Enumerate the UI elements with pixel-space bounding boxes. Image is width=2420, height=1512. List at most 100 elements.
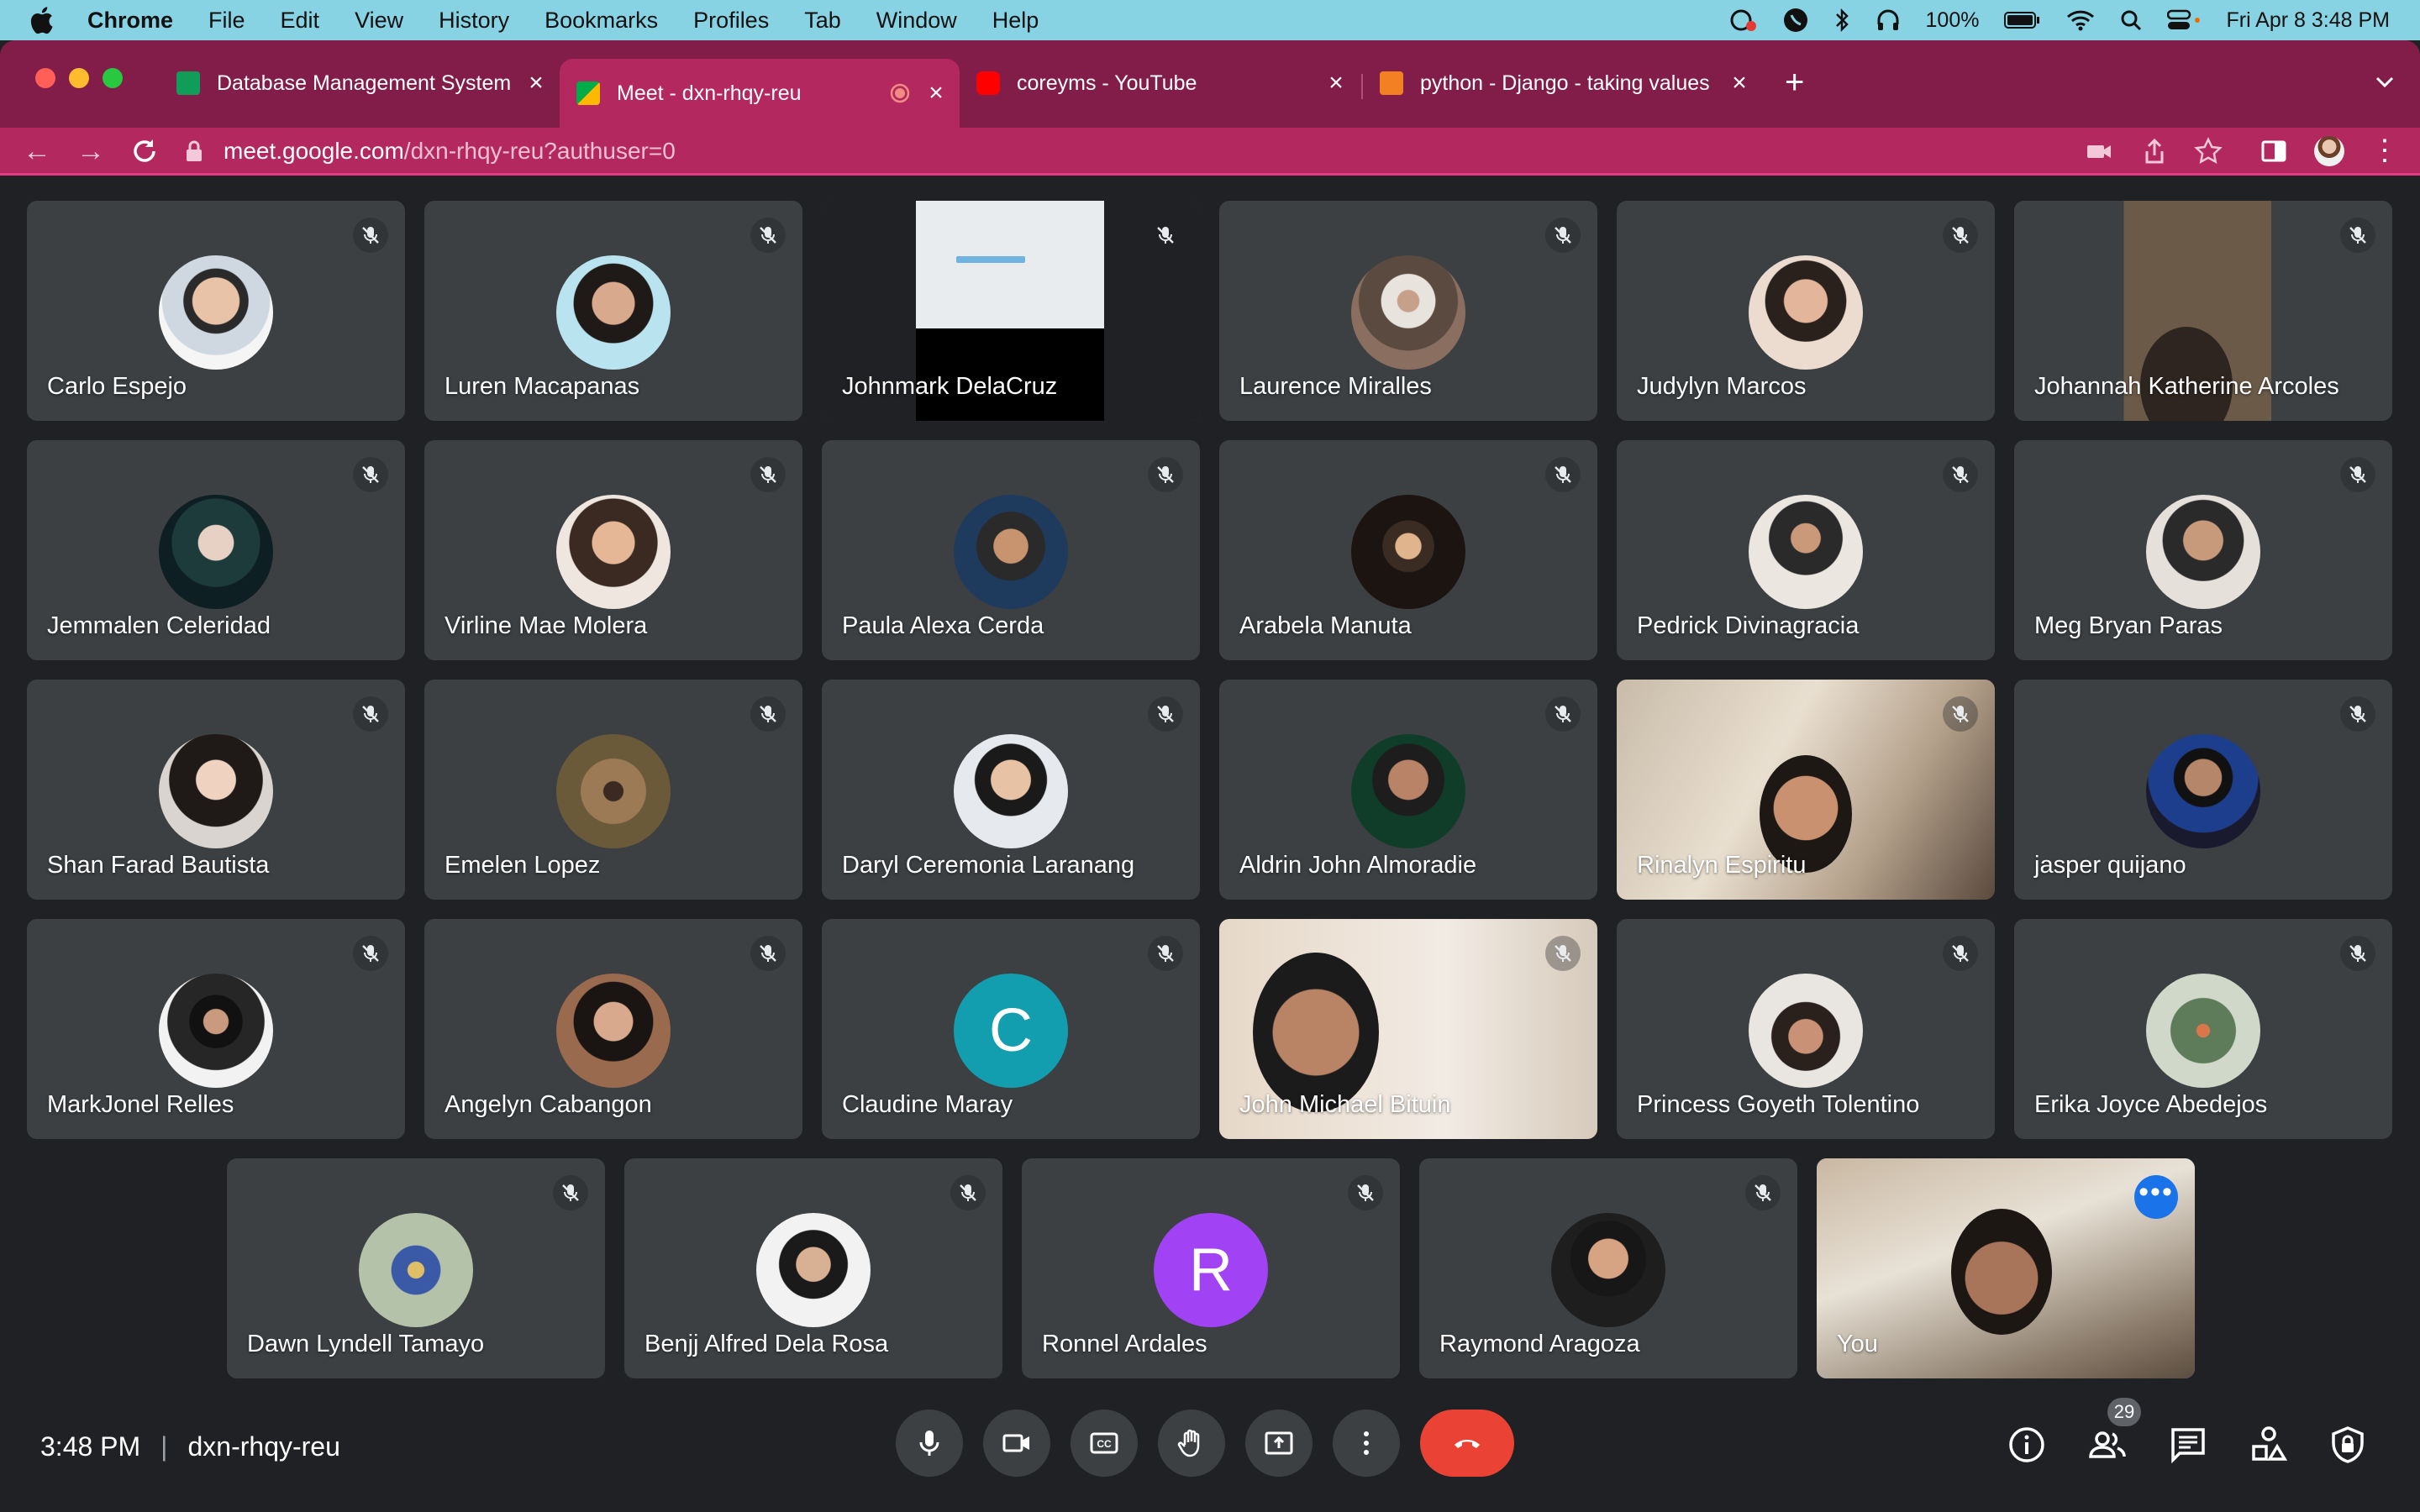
menu-help[interactable]: Help: [992, 8, 1039, 34]
more-options-button[interactable]: [1333, 1410, 1400, 1477]
forward-arrow-icon[interactable]: →: [76, 136, 106, 166]
menu-clock[interactable]: Fri Apr 8 3:48 PM: [2226, 8, 2390, 33]
lock-icon[interactable]: [185, 139, 203, 163]
participant-tile[interactable]: Luren Macapanas: [424, 201, 802, 421]
captions-button[interactable]: CC: [1071, 1410, 1138, 1477]
new-tab-button[interactable]: +: [1785, 66, 1804, 99]
participant-tile[interactable]: Benjj Alfred Dela Rosa: [624, 1158, 1002, 1378]
chrome-menu-kebab-icon[interactable]: ⋮: [2370, 136, 2400, 166]
window-minimize-button[interactable]: [69, 68, 89, 88]
present-screen-button[interactable]: [1245, 1410, 1313, 1477]
participant-grid: Carlo Espejo Luren Macapanas Johnmark Dela…: [0, 176, 2420, 1385]
camera-button[interactable]: [983, 1410, 1050, 1477]
address-bar[interactable]: meet.google.com/dxn-rhqy-reu?authuser=0: [185, 136, 676, 166]
host-controls-shield-icon[interactable]: [2328, 1425, 2368, 1465]
participant-tile[interactable]: Angelyn Cabangon: [424, 919, 802, 1139]
participant-tile[interactable]: Meg Bryan Paras: [2014, 440, 2392, 660]
participant-tile[interactable]: Laurence Miralles: [1219, 201, 1597, 421]
leave-call-button[interactable]: [1420, 1410, 1514, 1477]
menu-app-name[interactable]: Chrome: [87, 8, 173, 34]
microphone-button[interactable]: [896, 1410, 963, 1477]
participant-name: Daryl Ceremonia Laranang: [842, 852, 1135, 879]
participant-tile[interactable]: Princess Goyeth Tolentino: [1617, 919, 1995, 1139]
participant-tile[interactable]: Judylyn Marcos: [1617, 201, 1995, 421]
participant-tile[interactable]: Carlo Espejo: [27, 201, 405, 421]
mic-muted-icon: [1148, 218, 1183, 253]
participant-name: Aldrin John Almoradie: [1239, 852, 1477, 879]
activities-icon[interactable]: [2249, 1425, 2289, 1465]
tab-close-icon[interactable]: ×: [1326, 69, 1346, 97]
creative-cloud-icon[interactable]: [1728, 8, 1758, 33]
battery-icon[interactable]: [2004, 11, 2041, 29]
participant-name: You: [1837, 1331, 1878, 1357]
participant-tile[interactable]: Pedrick Divinagracia: [1617, 440, 1995, 660]
menu-view[interactable]: View: [355, 8, 403, 34]
window-close-button[interactable]: [35, 68, 55, 88]
tab-search-chevron-icon[interactable]: [2375, 76, 2395, 89]
control-center-icon[interactable]: [2167, 9, 2201, 31]
participant-name: Raymond Aragoza: [1439, 1331, 1640, 1357]
viber-icon[interactable]: [1783, 8, 1808, 33]
menu-edit[interactable]: Edit: [281, 8, 320, 34]
menu-history[interactable]: History: [439, 8, 509, 34]
headphones-icon[interactable]: [1876, 8, 1901, 33]
participant-tile[interactable]: C Claudine Maray: [822, 919, 1200, 1139]
participant-tile[interactable]: jasper quijano: [2014, 680, 2392, 900]
participant-tile[interactable]: Erika Joyce Abedejos: [2014, 919, 2392, 1139]
participant-tile[interactable]: Aldrin John Almoradie: [1219, 680, 1597, 900]
participant-tile[interactable]: Rinalyn Espiritu: [1617, 680, 1995, 900]
participant-tile[interactable]: Jemmalen Celeridad: [27, 440, 405, 660]
reload-icon[interactable]: [129, 136, 160, 166]
tab-stackoverflow[interactable]: python - Django - taking values ×: [1363, 59, 1763, 108]
menu-file[interactable]: File: [208, 8, 245, 34]
browser-toolbar: ← → meet.google.com/dxn-rhqy-reu?authuse…: [0, 128, 2420, 176]
wifi-icon[interactable]: [2066, 9, 2095, 31]
tab-database-management[interactable]: Database Management System ×: [160, 59, 560, 108]
tab-close-icon[interactable]: ×: [1729, 69, 1749, 97]
menu-bookmarks[interactable]: Bookmarks: [544, 8, 658, 34]
bluetooth-icon[interactable]: [1833, 8, 1850, 33]
tab-youtube[interactable]: coreyms - YouTube ×: [960, 59, 1360, 108]
raise-hand-button[interactable]: [1158, 1410, 1225, 1477]
meeting-details-info-icon[interactable]: [2007, 1425, 2047, 1465]
participant-tile[interactable]: Dawn Lyndell Tamayo: [227, 1158, 605, 1378]
participant-tile[interactable]: Arabela Manuta: [1219, 440, 1597, 660]
share-icon[interactable]: [2139, 136, 2170, 166]
participant-tile[interactable]: Raymond Aragoza: [1419, 1158, 1797, 1378]
side-panel-icon[interactable]: [2259, 136, 2289, 166]
bookmark-star-icon[interactable]: [2193, 136, 2223, 166]
video-camera-icon: [1002, 1434, 1029, 1452]
spotlight-search-icon[interactable]: [2120, 9, 2142, 31]
tab-close-icon[interactable]: ×: [926, 79, 946, 108]
menu-window[interactable]: Window: [876, 8, 957, 34]
camera-in-use-icon[interactable]: [2084, 136, 2114, 166]
participant-tile[interactable]: Virline Mae Molera: [424, 440, 802, 660]
avatar-initial: R: [1154, 1213, 1268, 1327]
participant-tile[interactable]: Johnmark DelaCruz: [822, 201, 1200, 421]
participant-tile[interactable]: Paula Alexa Cerda: [822, 440, 1200, 660]
tab-close-icon[interactable]: ×: [526, 69, 546, 97]
more-options-dots-icon[interactable]: •••: [2134, 1175, 2178, 1219]
participant-tile[interactable]: Emelen Lopez: [424, 680, 802, 900]
menu-profiles[interactable]: Profiles: [693, 8, 769, 34]
participant-tile[interactable]: R Ronnel Ardales: [1022, 1158, 1400, 1378]
chat-icon[interactable]: [2168, 1425, 2208, 1465]
profile-avatar[interactable]: [2314, 136, 2344, 166]
participant-name: Johannah Katherine Arcoles: [2034, 373, 2339, 400]
tab-meet[interactable]: Meet - dxn-rhqy-reu ×: [560, 59, 960, 128]
self-tile[interactable]: ••• You: [1817, 1158, 2195, 1378]
participant-tile[interactable]: MarkJonel Relles: [27, 919, 405, 1139]
back-arrow-icon[interactable]: ←: [22, 136, 52, 166]
participant-tile[interactable]: Daryl Ceremonia Laranang: [822, 680, 1200, 900]
participant-tile[interactable]: John Michael Bituin: [1219, 919, 1597, 1139]
apple-logo-icon[interactable]: [29, 6, 54, 34]
people-icon[interactable]: [2087, 1425, 2128, 1465]
avatar: [159, 734, 273, 848]
participant-tile[interactable]: Shan Farad Bautista: [27, 680, 405, 900]
menu-tab[interactable]: Tab: [804, 8, 841, 34]
avatar: [1351, 495, 1465, 609]
window-zoom-button[interactable]: [103, 68, 123, 88]
participant-tile[interactable]: Johannah Katherine Arcoles: [2014, 201, 2392, 421]
meeting-code[interactable]: dxn-rhqy-reu: [187, 1431, 339, 1462]
avatar: [556, 734, 671, 848]
